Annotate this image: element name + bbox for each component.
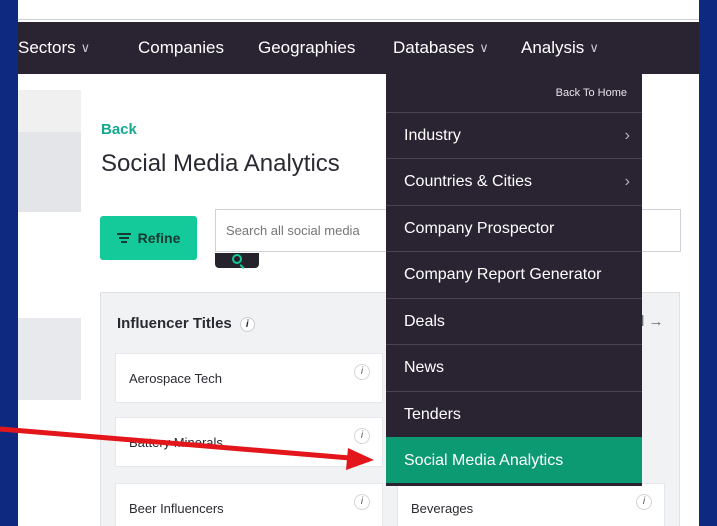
chevron-right-icon: › xyxy=(624,127,630,144)
chevron-down-icon: ∨ xyxy=(589,40,599,55)
menu-item-label: Social Media Analytics xyxy=(404,452,564,469)
menu-item-label: News xyxy=(404,359,445,376)
menu-item-label: Company Prospector xyxy=(404,220,555,237)
back-to-home-link[interactable]: Back To Home xyxy=(556,74,627,112)
databases-dropdown-menu: Back To Home Industry › Countries & Citi… xyxy=(386,74,642,486)
tile-label: Aerospace Tech xyxy=(129,371,222,386)
menu-item-social-media-analytics[interactable]: Social Media Analytics xyxy=(386,437,642,483)
filter-icon xyxy=(116,231,131,245)
nav-analysis-label: Analysis xyxy=(521,38,585,57)
tile-battery-minerals[interactable]: Battery Minerals i xyxy=(115,417,383,467)
nav-sectors[interactable]: Sectors ∨ xyxy=(18,22,90,74)
menu-item-tenders[interactable]: Tenders xyxy=(386,391,642,437)
menu-item-company-report-generator[interactable]: Company Report Generator xyxy=(386,251,642,297)
info-icon[interactable]: i xyxy=(636,494,652,510)
tile-label: Beer Influencers xyxy=(129,501,224,516)
search-button[interactable] xyxy=(215,253,259,268)
nav-companies[interactable]: Companies xyxy=(138,22,224,74)
main-navbar: Sectors ∨ Companies Geographies Databases… xyxy=(18,22,699,74)
page-title: Social Media Analytics xyxy=(101,150,340,177)
menu-item-label: Tenders xyxy=(404,406,461,423)
nav-geographies-label: Geographies xyxy=(258,38,356,57)
refine-label: Refine xyxy=(137,230,181,246)
info-icon[interactable]: i xyxy=(239,316,255,332)
tile-beverages[interactable]: Beverages i xyxy=(397,483,665,526)
menu-item-news[interactable]: News xyxy=(386,344,642,390)
nav-databases-label: Databases xyxy=(393,38,475,57)
info-icon[interactable]: i xyxy=(354,494,370,510)
sidebar-block xyxy=(18,90,81,132)
nav-sectors-label: Sectors xyxy=(18,38,76,57)
refine-button[interactable]: Refine xyxy=(100,216,197,260)
menu-item-deals[interactable]: Deals xyxy=(386,298,642,344)
nav-geographies[interactable]: Geographies xyxy=(258,22,355,74)
sidebar-block xyxy=(18,132,81,212)
tile-aerospace-tech[interactable]: Aerospace Tech i xyxy=(115,353,383,403)
tile-label: Beverages xyxy=(411,501,474,516)
menu-item-label: Industry xyxy=(404,127,461,144)
panel-title: Influencer Titles i xyxy=(117,315,255,332)
menu-item-company-prospector[interactable]: Company Prospector xyxy=(386,205,642,251)
search-input[interactable] xyxy=(226,210,406,251)
menu-item-countries-cities[interactable]: Countries & Cities › xyxy=(386,158,642,204)
menu-item-industry[interactable]: Industry › xyxy=(386,112,642,158)
sidebar-block xyxy=(18,318,81,400)
menu-item-label: Deals xyxy=(404,313,445,330)
browser-page: Sectors ∨ Companies Geographies Databases… xyxy=(18,0,699,526)
chevron-down-icon: ∨ xyxy=(479,40,489,55)
menu-item-label: Countries & Cities xyxy=(404,173,533,190)
back-link[interactable]: Back xyxy=(101,121,137,138)
menu-item-label: Company Report Generator xyxy=(404,266,602,283)
search-icon xyxy=(232,254,242,264)
panel-arrow[interactable]: l → xyxy=(641,313,664,330)
info-icon[interactable]: i xyxy=(354,428,370,444)
nav-analysis[interactable]: Analysis ∨ xyxy=(521,22,599,74)
tile-beer-influencers[interactable]: Beer Influencers i xyxy=(115,483,383,526)
tile-label: Battery Minerals xyxy=(129,435,223,450)
panel-title-label: Influencer Titles xyxy=(117,315,232,332)
nav-companies-label: Companies xyxy=(138,38,224,57)
info-icon[interactable]: i xyxy=(354,364,370,380)
outer-border xyxy=(699,0,717,526)
chevron-down-icon: ∨ xyxy=(80,40,91,55)
chevron-right-icon: › xyxy=(624,173,630,190)
top-strip xyxy=(18,0,699,20)
nav-databases[interactable]: Databases ∨ xyxy=(393,22,489,74)
